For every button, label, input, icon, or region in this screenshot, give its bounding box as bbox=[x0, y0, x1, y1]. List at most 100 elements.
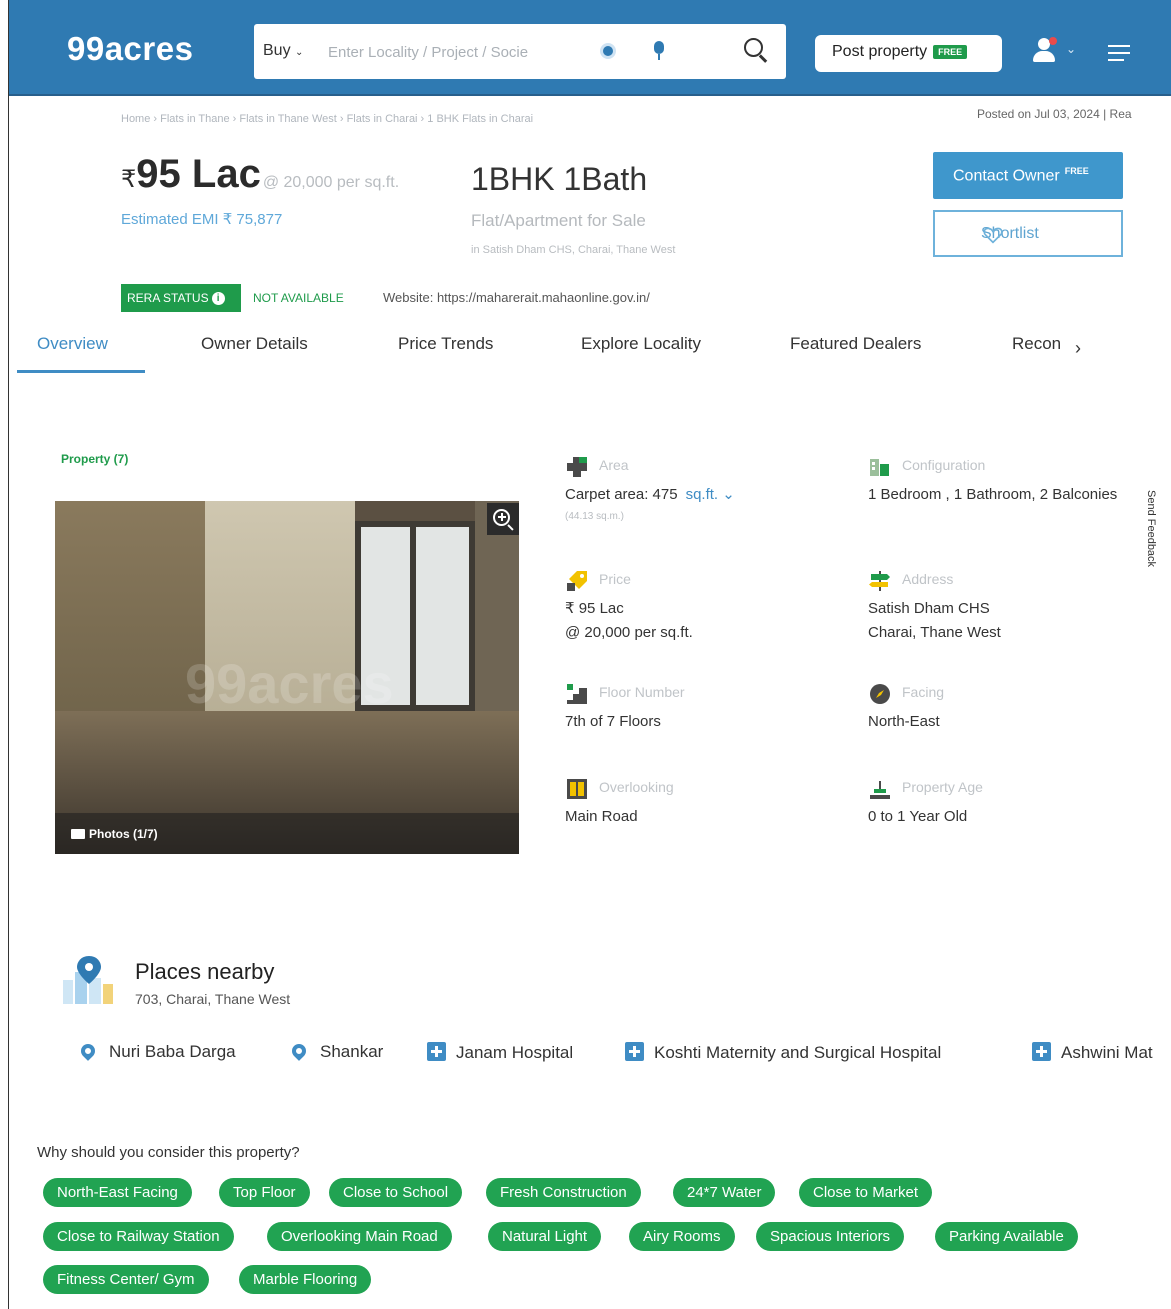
zoom-in-icon[interactable] bbox=[487, 503, 519, 535]
contact-owner-label: Contact Owner bbox=[953, 167, 1060, 185]
price-fact-amount: ₹ 95 Lac bbox=[565, 600, 624, 617]
floor-stairs-icon bbox=[567, 684, 587, 704]
tab-owner-details[interactable]: Owner Details bbox=[201, 334, 308, 354]
configuration-value: 1 Bedroom , 1 Bathroom, 2 Balconies bbox=[868, 486, 1118, 503]
place-label: Janam Hospital bbox=[456, 1043, 574, 1062]
location-target-icon[interactable] bbox=[600, 43, 616, 59]
chevron-right-icon[interactable]: › bbox=[1075, 338, 1081, 359]
info-icon[interactable]: i bbox=[211, 292, 225, 306]
user-icon[interactable] bbox=[1032, 37, 1057, 64]
breadcrumb[interactable]: Home › Flats in Thane › Flats in Thane W… bbox=[121, 113, 533, 125]
address-value: Satish Dham CHS Charai, Thane West bbox=[868, 597, 1001, 645]
building-age-icon bbox=[870, 781, 890, 799]
window-view-icon bbox=[567, 779, 587, 799]
location-pin-icon bbox=[289, 1041, 309, 1061]
feature-tag: Overlooking Main Road bbox=[267, 1222, 452, 1251]
page-frame: 99acres Buy ⌄ Post property FREE ⌄ Home ›… bbox=[8, 0, 1171, 1309]
currency-symbol: ₹ bbox=[121, 166, 137, 193]
contact-owner-button[interactable]: Contact Owner FREE bbox=[933, 152, 1123, 199]
feature-tag: North-East Facing bbox=[43, 1178, 192, 1207]
area-unit: sq.ft. bbox=[685, 486, 719, 503]
configuration-label: Configuration bbox=[902, 457, 986, 473]
microphone-icon[interactable] bbox=[653, 41, 665, 61]
feature-tag: Marble Flooring bbox=[239, 1265, 372, 1294]
tab-recommendations[interactable]: Recon bbox=[1012, 334, 1061, 354]
tab-price-trends[interactable]: Price Trends bbox=[398, 334, 493, 354]
photo-watermark: 99acres bbox=[185, 652, 394, 715]
tab-overview[interactable]: Overview bbox=[37, 334, 108, 354]
place-label: Shankar bbox=[320, 1042, 384, 1061]
price-per-sqft: @ 20,000 per sq.ft. bbox=[262, 174, 400, 191]
facing-value: North-East bbox=[868, 713, 940, 730]
hospital-icon bbox=[1032, 1042, 1051, 1061]
price-fact-per-sqft: @ 20,000 per sq.ft. bbox=[565, 624, 693, 641]
place-item[interactable]: Nuri Baba Darga bbox=[78, 1041, 236, 1062]
chevron-down-icon[interactable]: ⌄ bbox=[1066, 42, 1076, 56]
search-input[interactable] bbox=[328, 38, 528, 66]
feature-tag: Airy Rooms bbox=[629, 1222, 735, 1251]
tab-featured-dealers[interactable]: Featured Dealers bbox=[790, 334, 921, 354]
fact-price: Price ₹ 95 Lac @ 20,000 per sq.ft. bbox=[565, 569, 825, 649]
estimated-emi-link[interactable]: Estimated EMI ₹ 75,877 bbox=[121, 210, 282, 228]
place-label: Nuri Baba Darga bbox=[109, 1042, 236, 1061]
free-badge: FREE bbox=[1064, 166, 1089, 176]
place-label: Ashwini Mat bbox=[1061, 1043, 1153, 1062]
heart-icon bbox=[983, 227, 1003, 244]
tab-explore-locality[interactable]: Explore Locality bbox=[581, 334, 701, 354]
rera-badge-label: RERA STATUS bbox=[127, 291, 209, 305]
carpet-area: Carpet area: 475 bbox=[565, 486, 678, 503]
send-feedback-tab[interactable]: Send Feedback bbox=[1145, 490, 1157, 567]
feature-tag: Close to Market bbox=[799, 1178, 933, 1207]
why-consider-title: Why should you consider this property? bbox=[37, 1144, 300, 1161]
hamburger-menu-icon[interactable] bbox=[1108, 45, 1130, 61]
price-fact-value: ₹ 95 Lac @ 20,000 per sq.ft. bbox=[565, 597, 693, 645]
rera-website[interactable]: Website: https://maharerait.mahaonline.g… bbox=[383, 290, 650, 305]
feature-tag: Natural Light bbox=[488, 1222, 602, 1251]
notification-dot-icon bbox=[1049, 37, 1057, 45]
places-nearby-address: 703, Charai, Thane West bbox=[135, 991, 291, 1007]
feature-tag: Spacious Interiors bbox=[756, 1222, 905, 1251]
place-label: Koshti Maternity and Surgical Hospital bbox=[654, 1043, 942, 1062]
area-sqm: (44.13 sq.m.) bbox=[565, 511, 624, 522]
buy-label: Buy bbox=[263, 42, 291, 59]
feature-tag: Fresh Construction bbox=[486, 1178, 641, 1207]
place-item[interactable]: Ashwini Mat bbox=[1032, 1042, 1153, 1063]
fact-address: Address Satish Dham CHS Charai, Thane Wes… bbox=[868, 569, 1128, 649]
hospital-icon bbox=[427, 1042, 446, 1061]
address-line-1: Satish Dham CHS bbox=[868, 600, 990, 617]
feature-tag: Top Floor bbox=[219, 1178, 310, 1207]
post-property-label: Post property bbox=[832, 43, 928, 60]
site-logo[interactable]: 99acres bbox=[67, 30, 193, 68]
place-item[interactable]: Janam Hospital bbox=[427, 1042, 573, 1063]
active-tab-indicator bbox=[17, 370, 145, 373]
listing-type: Flat/Apartment for Sale bbox=[471, 211, 646, 230]
shortlist-button[interactable]: Shortlist bbox=[933, 210, 1123, 257]
property-photo[interactable]: 99acres Photos (1/7) bbox=[55, 501, 519, 854]
search-bar: Buy ⌄ bbox=[254, 24, 786, 79]
buy-dropdown[interactable]: Buy ⌄ bbox=[263, 42, 303, 60]
property-age-label: Property Age bbox=[902, 779, 983, 795]
places-nearby-icon bbox=[63, 956, 113, 1004]
address-label: Address bbox=[902, 571, 954, 587]
search-icon[interactable] bbox=[744, 38, 768, 63]
rera-status-value: NOT AVAILABLE bbox=[253, 291, 344, 305]
listing-location: in Satish Dham CHS, Charai, Thane West bbox=[471, 244, 676, 256]
signpost-icon bbox=[869, 571, 890, 591]
property-photos-label: Property (7) bbox=[61, 452, 129, 466]
place-item[interactable]: Shankar bbox=[289, 1041, 384, 1062]
feature-tag: Close to School bbox=[329, 1178, 463, 1207]
area-value: Carpet area: 475 sq.ft. ⌄ bbox=[565, 483, 735, 507]
fact-configuration: Configuration 1 Bedroom , 1 Bathroom, 2 … bbox=[868, 455, 1168, 515]
price-block: ₹95 Lac @ 20,000 per sq.ft. bbox=[121, 152, 399, 197]
post-property-button[interactable]: Post property FREE bbox=[815, 35, 1002, 72]
hospital-icon bbox=[625, 1042, 644, 1061]
places-nearby-title: Places nearby bbox=[135, 959, 275, 984]
overlooking-label: Overlooking bbox=[599, 779, 674, 795]
photos-bar[interactable]: Photos (1/7) bbox=[55, 813, 519, 854]
floor-label: Floor Number bbox=[599, 684, 685, 700]
unit-dropdown[interactable]: sq.ft. ⌄ bbox=[686, 486, 735, 503]
overlooking-value: Main Road bbox=[565, 808, 638, 825]
fact-overlooking: Overlooking Main Road bbox=[565, 777, 825, 837]
free-badge: FREE bbox=[933, 44, 968, 59]
place-item[interactable]: Koshti Maternity and Surgical Hospital bbox=[625, 1042, 941, 1063]
